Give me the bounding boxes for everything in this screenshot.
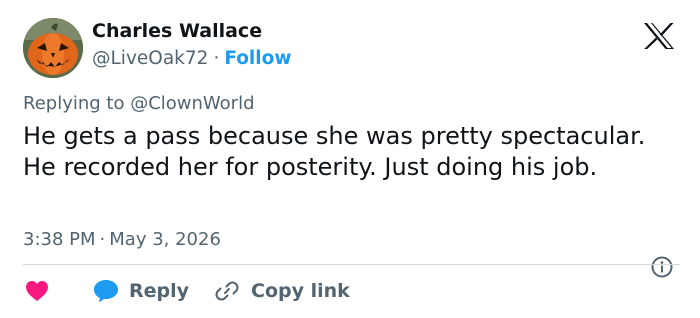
x-logo-icon[interactable] xyxy=(643,22,675,50)
info-icon[interactable] xyxy=(651,256,673,278)
replying-to-line: Replying to @ClownWorld xyxy=(23,93,255,114)
replying-to-mention[interactable]: @ClownWorld xyxy=(130,93,254,114)
reply-button[interactable]: Reply xyxy=(93,277,189,305)
link-icon xyxy=(215,281,239,301)
reply-label: Reply xyxy=(129,280,190,302)
tweet-card: Charles Wallace @LiveOak72 · Follow Replyi… xyxy=(0,0,700,318)
timestamp-separator: · xyxy=(99,229,106,250)
heart-icon xyxy=(26,281,48,301)
author-handle[interactable]: @LiveOak72 xyxy=(92,48,208,69)
handle-separator: · xyxy=(213,48,220,69)
divider xyxy=(23,264,680,265)
action-bar: Reply Copy link xyxy=(23,277,683,305)
speech-bubble-icon xyxy=(94,280,118,303)
like-button[interactable] xyxy=(25,277,49,305)
follow-button[interactable]: Follow xyxy=(224,48,291,69)
tweet-date: May 3, 2026 xyxy=(109,229,221,250)
author-name[interactable]: Charles Wallace xyxy=(92,20,262,42)
tweet-time: 3:38 PM xyxy=(23,229,96,250)
pumpkin-avatar-icon xyxy=(23,18,83,78)
replying-prefix: Replying to xyxy=(23,93,125,114)
copy-link-button[interactable]: Copy link xyxy=(215,277,350,305)
author-handle-row: @LiveOak72 · Follow xyxy=(92,48,291,69)
tweet-text: He gets a pass because she was pretty sp… xyxy=(23,122,646,181)
copy-link-label: Copy link xyxy=(251,280,350,302)
author-avatar[interactable] xyxy=(23,18,83,78)
tweet-timestamp[interactable]: 3:38 PM · May 3, 2026 xyxy=(23,229,221,250)
